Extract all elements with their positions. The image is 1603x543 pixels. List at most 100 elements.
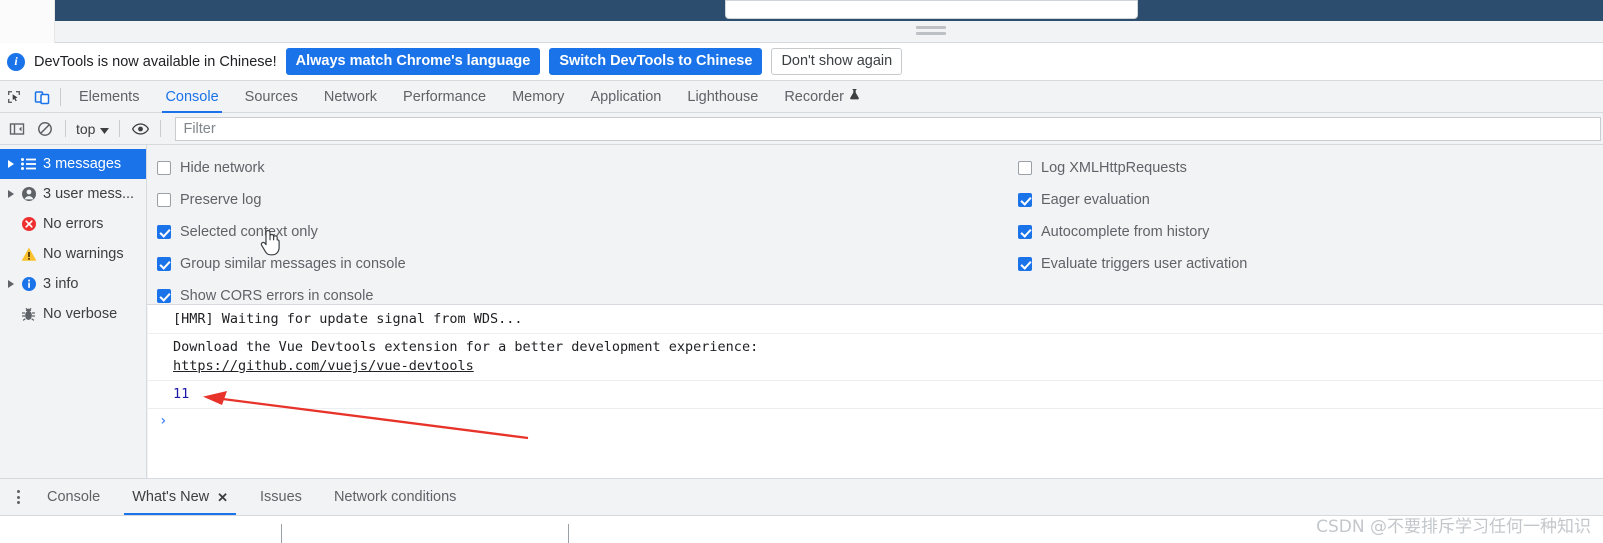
setting-preserve-log[interactable]: Preserve log bbox=[157, 184, 406, 216]
tab-sources[interactable]: Sources bbox=[232, 81, 311, 113]
drawer-content-divider bbox=[281, 524, 282, 543]
setting-eager-evaluation[interactable]: Eager evaluation bbox=[1018, 184, 1247, 216]
drawer-tab-network-conditions[interactable]: Network conditions bbox=[318, 479, 473, 516]
tab-memory[interactable]: Memory bbox=[499, 81, 577, 113]
sidebar-item-label: 3 user mess... bbox=[43, 186, 135, 202]
checkbox[interactable] bbox=[157, 225, 171, 239]
console-toolbar: top Filter bbox=[0, 113, 1603, 145]
tabbar-divider bbox=[60, 87, 61, 106]
inspect-element-icon[interactable] bbox=[0, 83, 28, 111]
setting-label: Group similar messages in console bbox=[180, 256, 406, 272]
chevron-right-icon[interactable] bbox=[8, 190, 14, 198]
execution-context-label: top bbox=[76, 120, 96, 137]
sidebar-item-warnings[interactable]: No warnings bbox=[0, 239, 146, 269]
resize-band-left-gutter bbox=[0, 21, 55, 43]
prompt-chevron-icon: › bbox=[159, 413, 168, 429]
setting-selected-context-only[interactable]: Selected context only bbox=[157, 216, 406, 248]
settings-column-left: Hide network Preserve log Selected conte… bbox=[157, 152, 406, 312]
switch-to-chinese-button[interactable]: Switch DevTools to Chinese bbox=[549, 48, 763, 75]
checkbox[interactable] bbox=[157, 161, 171, 175]
drawer-tab-whats-new[interactable]: What's New ✕ bbox=[116, 479, 244, 516]
setting-autocomplete-from-history[interactable]: Autocomplete from history bbox=[1018, 216, 1247, 248]
tab-lighthouse[interactable]: Lighthouse bbox=[674, 81, 771, 113]
user-message-icon bbox=[18, 185, 39, 203]
setting-label: Log XMLHttpRequests bbox=[1041, 160, 1187, 176]
tab-label: Memory bbox=[512, 88, 565, 105]
devtools-screenshot: i DevTools is now available in Chinese! … bbox=[0, 0, 1603, 543]
console-message: [HMR] Waiting for update signal from WDS… bbox=[148, 306, 1603, 334]
sidebar-item-errors[interactable]: No errors bbox=[0, 209, 146, 239]
list-messages-icon bbox=[18, 155, 39, 173]
console-settings-pane: Hide network Preserve log Selected conte… bbox=[0, 145, 1603, 305]
console-message: Download the Vue Devtools extension for … bbox=[148, 334, 1603, 381]
checkbox[interactable] bbox=[1018, 225, 1032, 239]
language-banner-text: DevTools is now available in Chinese! bbox=[34, 53, 277, 70]
devtools-main-tabbar: Elements Console Sources Network Perform… bbox=[0, 81, 1603, 113]
console-filter-input[interactable]: Filter bbox=[175, 116, 1601, 141]
chevron-right-icon[interactable] bbox=[8, 280, 14, 288]
console-message-link[interactable]: https://github.com/vuejs/vue-devtools bbox=[173, 358, 474, 374]
toolbar-divider bbox=[65, 120, 66, 137]
sidebar-item-info[interactable]: 3 info bbox=[0, 269, 146, 299]
tab-performance[interactable]: Performance bbox=[390, 81, 499, 113]
page-viewport-left-gutter bbox=[0, 0, 55, 21]
sidebar-item-user-messages[interactable]: 3 user mess... bbox=[0, 179, 146, 209]
tab-recorder[interactable]: Recorder bbox=[771, 81, 874, 113]
language-banner: i DevTools is now available in Chinese! … bbox=[0, 43, 1603, 81]
tab-label: Network bbox=[323, 88, 378, 105]
sidebar-item-label: No errors bbox=[43, 216, 104, 232]
device-toolbar-icon[interactable] bbox=[28, 83, 56, 111]
chevron-right-icon[interactable] bbox=[8, 160, 14, 168]
sidebar-item-label: 3 messages bbox=[43, 156, 122, 172]
drawer-tab-label: Network conditions bbox=[333, 488, 457, 505]
checkbox[interactable] bbox=[157, 257, 171, 271]
show-console-sidebar-icon[interactable] bbox=[3, 115, 31, 143]
page-viewport-strip bbox=[0, 0, 1603, 21]
setting-hide-network[interactable]: Hide network bbox=[157, 152, 406, 184]
tab-network[interactable]: Network bbox=[311, 81, 390, 113]
sidebar-item-label: No verbose bbox=[43, 306, 118, 322]
checkbox[interactable] bbox=[1018, 193, 1032, 207]
execution-context-selector[interactable]: top bbox=[72, 121, 113, 137]
drawer-tab-label: Console bbox=[47, 488, 101, 505]
devtools-resize-band bbox=[0, 21, 1603, 43]
tab-console[interactable]: Console bbox=[152, 81, 231, 113]
drawer-tab-issues[interactable]: Issues bbox=[244, 479, 318, 516]
panel-drag-handle[interactable] bbox=[916, 26, 946, 36]
checkbox[interactable] bbox=[1018, 257, 1032, 271]
page-search-input[interactable] bbox=[725, 0, 1138, 19]
setting-evaluate-triggers-user-activation[interactable]: Evaluate triggers user activation bbox=[1018, 248, 1247, 280]
setting-label: Eager evaluation bbox=[1041, 192, 1150, 208]
drawer-tab-label: Issues bbox=[260, 488, 302, 505]
console-message-list: [HMR] Waiting for update signal from WDS… bbox=[148, 306, 1603, 478]
watermark: CSDN @不要排斥学习任何一种知识 bbox=[1316, 517, 1591, 537]
tab-application[interactable]: Application bbox=[577, 81, 674, 113]
always-match-language-button[interactable]: Always match Chrome's language bbox=[285, 48, 541, 75]
sidebar-item-label: 3 info bbox=[43, 276, 79, 292]
checkbox[interactable] bbox=[157, 193, 171, 207]
drawer-tab-label: What's New bbox=[132, 488, 210, 505]
drawer-tabbar: Console What's New ✕ Issues Network cond… bbox=[0, 478, 1603, 516]
close-icon[interactable]: ✕ bbox=[217, 479, 228, 516]
console-prompt[interactable]: › bbox=[148, 409, 1603, 439]
checkbox[interactable] bbox=[1018, 161, 1032, 175]
setting-log-xmlhttprequests[interactable]: Log XMLHttpRequests bbox=[1018, 152, 1247, 184]
warning-icon bbox=[18, 245, 39, 263]
setting-label: Preserve log bbox=[180, 192, 262, 208]
drawer-tab-console[interactable]: Console bbox=[31, 479, 116, 516]
clear-console-icon[interactable] bbox=[31, 115, 59, 143]
setting-group-similar-messages[interactable]: Group similar messages in console bbox=[157, 248, 406, 280]
live-expression-eye-icon[interactable] bbox=[126, 115, 154, 143]
tab-label: Sources bbox=[244, 88, 298, 105]
sidebar-item-verbose[interactable]: No verbose bbox=[0, 299, 146, 329]
sidebar-item-messages[interactable]: 3 messages bbox=[0, 149, 146, 179]
more-options-kebab-icon[interactable] bbox=[5, 490, 31, 504]
filter-placeholder: Filter bbox=[183, 120, 216, 137]
tab-elements[interactable]: Elements bbox=[66, 81, 152, 113]
checkbox[interactable] bbox=[157, 289, 171, 303]
toolbar-divider-3 bbox=[160, 120, 162, 137]
console-sidebar: 3 messages 3 user mess... No errors No w… bbox=[0, 145, 147, 478]
dont-show-again-button[interactable]: Don't show again bbox=[771, 48, 903, 75]
drawer-content-divider bbox=[568, 524, 569, 543]
info-circle-icon: i bbox=[7, 52, 25, 71]
